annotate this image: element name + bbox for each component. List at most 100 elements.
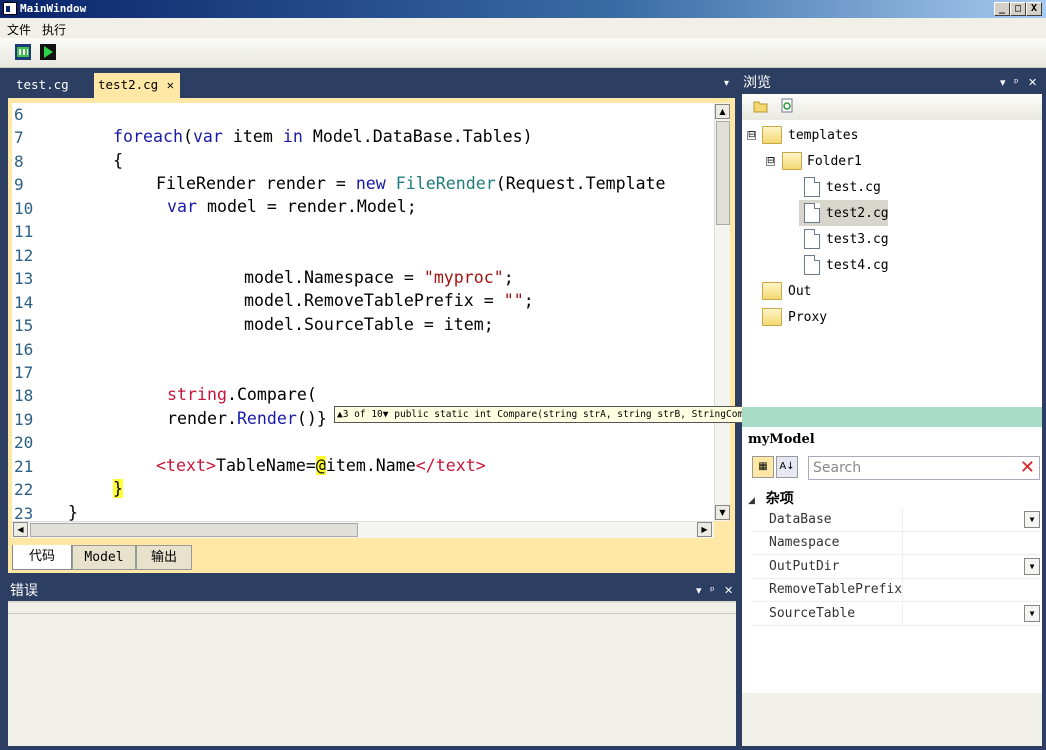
line-number: 21 xyxy=(14,456,34,476)
property-value[interactable]: ▼ xyxy=(902,602,1040,625)
code-line-7: foreach(var item in Model.DataBase.Table… xyxy=(113,127,533,146)
alphabetical-sort-icon[interactable]: A↓ xyxy=(776,456,798,478)
scroll-thumb[interactable] xyxy=(716,121,730,225)
code-line-21: <text>TableName=@item.Name</text> xyxy=(156,456,486,475)
close-tab-icon[interactable]: ✕ xyxy=(167,73,174,97)
open-folder-icon[interactable] xyxy=(753,99,769,113)
vertical-scrollbar[interactable]: ▲ ▼ xyxy=(714,103,730,521)
pin-icon[interactable]: ᵖ xyxy=(710,581,715,601)
dropdown-arrow-icon[interactable]: ▼ xyxy=(1024,558,1040,575)
code-line-8: { xyxy=(113,151,123,170)
code-line-14: model.RemoveTablePrefix = ""; xyxy=(244,291,534,310)
property-toolbar: ▦ A↓ Search ✕ xyxy=(748,453,1042,483)
code-line-19: render.Render()} xyxy=(167,409,327,428)
categorized-view-icon[interactable]: ▦ xyxy=(752,456,774,478)
close-button[interactable]: X xyxy=(1026,2,1042,16)
tree-item-folder1[interactable]: Folder1 xyxy=(807,150,862,174)
property-row-outputdir[interactable]: OutPutDir ▼ xyxy=(752,555,1040,579)
tab-model[interactable]: Model xyxy=(72,545,136,570)
tree-item-test-cg[interactable]: test.cg xyxy=(826,176,881,200)
maximize-button[interactable]: □ xyxy=(1010,2,1026,16)
collapse-category-icon[interactable]: ◢ xyxy=(748,496,755,506)
tab-output[interactable]: 输出 xyxy=(136,545,192,570)
property-category[interactable]: ◢ 杂项 xyxy=(748,490,794,510)
tab-list-dropdown-icon[interactable]: ▾ xyxy=(724,78,729,89)
property-row-removetableprefix[interactable]: RemoveTablePrefix xyxy=(752,578,1040,602)
line-number: 13 xyxy=(14,269,34,289)
menu-bar: 文件 执行 xyxy=(0,18,1046,38)
code-line-10: var model = render.Model; xyxy=(167,197,417,216)
scroll-thumb[interactable] xyxy=(30,523,358,537)
file-icon xyxy=(804,177,820,197)
panel-splitter[interactable] xyxy=(742,407,1042,427)
property-value[interactable] xyxy=(902,531,1040,554)
property-row-sourcetable[interactable]: SourceTable ▼ xyxy=(752,602,1040,626)
line-number: 19 xyxy=(14,409,34,429)
code-line-22: } xyxy=(113,479,123,498)
line-number: 14 xyxy=(14,292,34,312)
code-line-9: FileRender render = new FileRender(Reque… xyxy=(156,174,666,193)
tab-label: test2.cg xyxy=(98,77,159,92)
panel-menu-icon[interactable]: ▾ xyxy=(696,581,702,601)
window-title: MainWindow xyxy=(20,2,87,15)
tree-item-test4-cg[interactable]: test4.cg xyxy=(826,254,889,278)
collapse-icon[interactable]: ⊟ xyxy=(766,157,775,166)
tree-item-test2-cg[interactable]: test2.cg xyxy=(826,202,889,226)
category-label: 杂项 xyxy=(765,491,794,507)
tree-item-templates[interactable]: templates xyxy=(788,124,858,148)
clear-search-icon[interactable]: ✕ xyxy=(1020,457,1035,479)
dropdown-arrow-icon[interactable]: ▼ xyxy=(1024,511,1040,528)
folder-icon xyxy=(762,282,782,300)
tab-code[interactable]: 代码 xyxy=(12,545,72,570)
line-number: 6 xyxy=(14,105,24,124)
tab-test-cg[interactable]: test.cg xyxy=(8,73,90,98)
line-number: 23 xyxy=(14,503,34,521)
tree-item-test3-cg[interactable]: test3.cg xyxy=(826,228,889,252)
search-input[interactable]: Search ✕ xyxy=(808,456,1040,480)
collapse-icon[interactable]: ⊟ xyxy=(747,131,756,140)
tab-test2-cg[interactable]: test2.cg ✕ xyxy=(94,73,180,98)
tree-item-proxy[interactable]: Proxy xyxy=(788,306,827,330)
property-row-database[interactable]: DataBase ▼ xyxy=(752,508,1040,532)
debug-icon[interactable] xyxy=(15,44,31,60)
property-value[interactable] xyxy=(902,578,1040,601)
overload-down-icon[interactable]: ▼ xyxy=(383,409,389,420)
tree-item-out[interactable]: Out xyxy=(788,280,811,304)
dropdown-arrow-icon[interactable]: ▼ xyxy=(1024,605,1040,622)
refresh-file-icon[interactable] xyxy=(781,98,793,113)
close-panel-icon[interactable]: ✕ xyxy=(724,581,733,601)
file-icon xyxy=(804,255,820,275)
menu-item-run[interactable]: 执行 xyxy=(42,21,66,38)
property-value[interactable]: ▼ xyxy=(902,508,1040,531)
property-value[interactable]: ▼ xyxy=(902,555,1040,578)
editor-tab-strip: test.cg test2.cg ✕ xyxy=(4,72,736,98)
property-grid: myModel ▦ A↓ Search ✕ ◢ 杂项 DataBase ▼ Na… xyxy=(742,427,1042,693)
pin-icon[interactable]: ᵖ xyxy=(1014,72,1019,94)
scroll-right-icon[interactable]: ▶ xyxy=(697,522,712,537)
line-number: 10 xyxy=(14,198,34,218)
horizontal-scrollbar[interactable]: ◀ ▶ xyxy=(12,521,714,538)
property-name: SourceTable xyxy=(769,606,856,621)
tab-label: test.cg xyxy=(16,77,69,92)
panel-menu-icon[interactable]: ▾ xyxy=(1000,72,1006,94)
code-line-23: } xyxy=(68,503,78,521)
browse-toolbar xyxy=(742,94,1042,120)
line-number: 8 xyxy=(14,151,24,171)
line-number: 22 xyxy=(14,480,34,500)
file-tree: ⊟ templates ⊟ Folder1 test.cg test2.cg t… xyxy=(742,120,1042,407)
code-editor[interactable]: 6 7 8 9 10 11 12 13 14 15 16 17 18 19 20 21 22 23 foreach… xyxy=(12,103,714,521)
error-panel-title: 错误 xyxy=(10,583,38,599)
close-panel-icon[interactable]: ✕ xyxy=(1028,72,1037,94)
toolbar xyxy=(0,38,1046,68)
menu-item-file[interactable]: 文件 xyxy=(7,21,31,38)
folder-icon xyxy=(782,152,802,170)
property-name: RemoveTablePrefix xyxy=(769,582,903,597)
property-row-namespace[interactable]: Namespace xyxy=(752,531,1040,555)
run-icon[interactable] xyxy=(40,44,56,60)
minimize-button[interactable]: _ xyxy=(994,2,1010,16)
scroll-left-icon[interactable]: ◀ xyxy=(13,522,28,537)
scroll-down-icon[interactable]: ▼ xyxy=(715,505,730,520)
error-list xyxy=(8,601,736,746)
scroll-up-icon[interactable]: ▲ xyxy=(715,104,730,119)
view-tab-strip: 代码 Model 输出 xyxy=(8,543,735,573)
